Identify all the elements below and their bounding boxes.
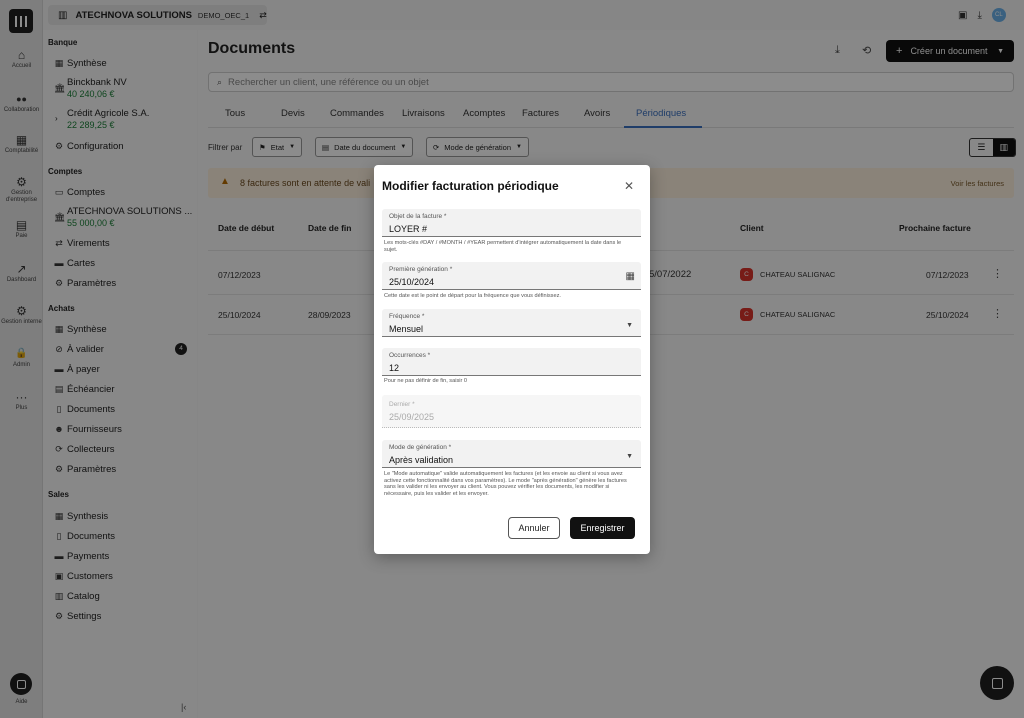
dernier-field: Dernier * 25/09/2025 [382, 395, 641, 428]
save-button[interactable]: Enregistrer [570, 517, 635, 539]
caret-down-icon: ▼ [626, 453, 633, 460]
cancel-button[interactable]: Annuler [508, 517, 560, 539]
mode-generation-select[interactable]: Mode de génération * Après validation ▼ [382, 440, 641, 468]
calendar-icon[interactable]: ▦ [626, 271, 635, 282]
dialog-title: Modifier facturation périodique [382, 179, 559, 193]
premiere-generation-field[interactable]: Première génération * 25/10/2024 ▦ [382, 262, 641, 290]
occurrences-field[interactable]: Occurrences * 12 [382, 348, 641, 376]
edit-periodic-invoice-dialog: Modifier facturation périodique ✕ Objet … [374, 165, 650, 554]
objet-field[interactable]: Objet de la facture * LOYER # [382, 209, 641, 237]
frequence-select[interactable]: Fréquence * Mensuel ▼ [382, 309, 641, 337]
caret-down-icon: ▼ [626, 322, 633, 329]
close-icon[interactable]: ✕ [624, 179, 634, 193]
